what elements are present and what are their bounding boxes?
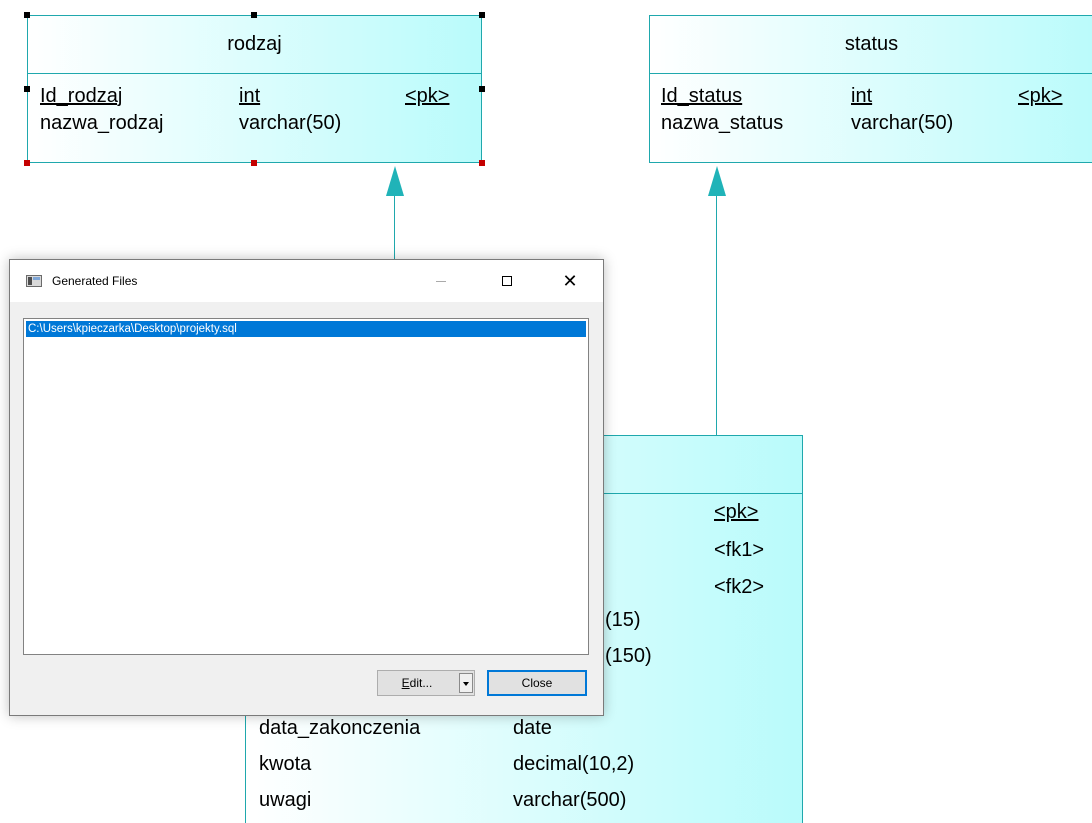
attr-key: <fk1>	[714, 539, 765, 561]
attr-name: nazwa_rodzaj	[40, 112, 164, 134]
selection-handle[interactable]	[24, 12, 30, 18]
entity-rodzaj[interactable]: rodzaj Id_rodzaj int <pk> nazwa_rodzaj v…	[27, 15, 482, 163]
selection-handle[interactable]	[479, 86, 485, 92]
generated-files-dialog[interactable]: Generated Files ✕ C:\Users\kpieczarka\De…	[9, 259, 604, 716]
entity-rodzaj-name: rodzaj	[227, 33, 282, 55]
attr-name: nazwa_status	[661, 112, 784, 134]
close-icon: ✕	[562, 270, 578, 291]
selection-handle[interactable]	[479, 160, 485, 166]
relationship-arrow-icon	[708, 166, 726, 196]
relationship-line[interactable]	[394, 196, 395, 260]
attr-type: date	[513, 717, 552, 739]
attr-key: <fk2>	[714, 576, 765, 598]
selection-handle[interactable]	[24, 160, 30, 166]
selection-handle[interactable]	[479, 12, 485, 18]
entity-status[interactable]: status Id_status int <pk> nazwa_status v…	[649, 15, 1092, 163]
edit-label-rest: dit...	[409, 676, 433, 690]
attr-name: Id_status	[661, 85, 743, 107]
relationship-line[interactable]	[716, 196, 717, 436]
maximize-button[interactable]	[484, 260, 530, 302]
attr-name: uwagi	[259, 789, 312, 811]
attr-name: kwota	[259, 753, 312, 775]
minimize-button[interactable]	[418, 260, 464, 302]
edit-split-button[interactable]: Edit...	[377, 670, 475, 696]
attr-key: <pk>	[1018, 85, 1063, 107]
edit-button[interactable]: Edit...	[378, 671, 456, 695]
attr-name: data_zakonczenia	[259, 717, 421, 739]
attr-key: <pk>	[405, 85, 450, 107]
dialog-titlebar[interactable]: Generated Files ✕	[10, 260, 603, 302]
minimize-icon	[436, 280, 446, 282]
relationship-arrow-icon	[386, 166, 404, 196]
selection-handle[interactable]	[24, 86, 30, 92]
attr-type: varchar(50)	[851, 112, 954, 134]
list-item[interactable]: C:\Users\kpieczarka\Desktop\projekty.sql	[26, 321, 586, 337]
attr-type: varchar(500)	[513, 789, 627, 811]
entity-status-name: status	[844, 33, 899, 55]
attr-key: <pk>	[714, 501, 759, 523]
dialog-title: Generated Files	[52, 274, 138, 288]
entity-status-header: status	[650, 16, 1092, 74]
close-button-label: Close	[521, 676, 553, 690]
attr-type: int	[851, 85, 873, 107]
attr-type: decimal(10,2)	[513, 753, 635, 775]
selection-handle[interactable]	[251, 160, 257, 166]
attr-type: varchar(50)	[239, 112, 342, 134]
maximize-icon	[502, 276, 512, 286]
attr-name: Id_rodzaj	[40, 85, 123, 107]
attr-type: (15)	[605, 609, 641, 631]
selection-handle[interactable]	[251, 12, 257, 18]
window-close-button[interactable]: ✕	[547, 260, 593, 302]
generated-files-list[interactable]: C:\Users\kpieczarka\Desktop\projekty.sql	[23, 318, 589, 655]
attr-type: int	[239, 85, 261, 107]
attr-type: (150)	[605, 645, 652, 667]
window-app-icon	[26, 275, 42, 287]
edit-dropdown-arrow-icon[interactable]	[459, 673, 473, 693]
edit-accelerator: E	[401, 676, 410, 690]
close-button[interactable]: Close	[487, 670, 587, 696]
entity-rodzaj-header: rodzaj	[28, 16, 481, 74]
